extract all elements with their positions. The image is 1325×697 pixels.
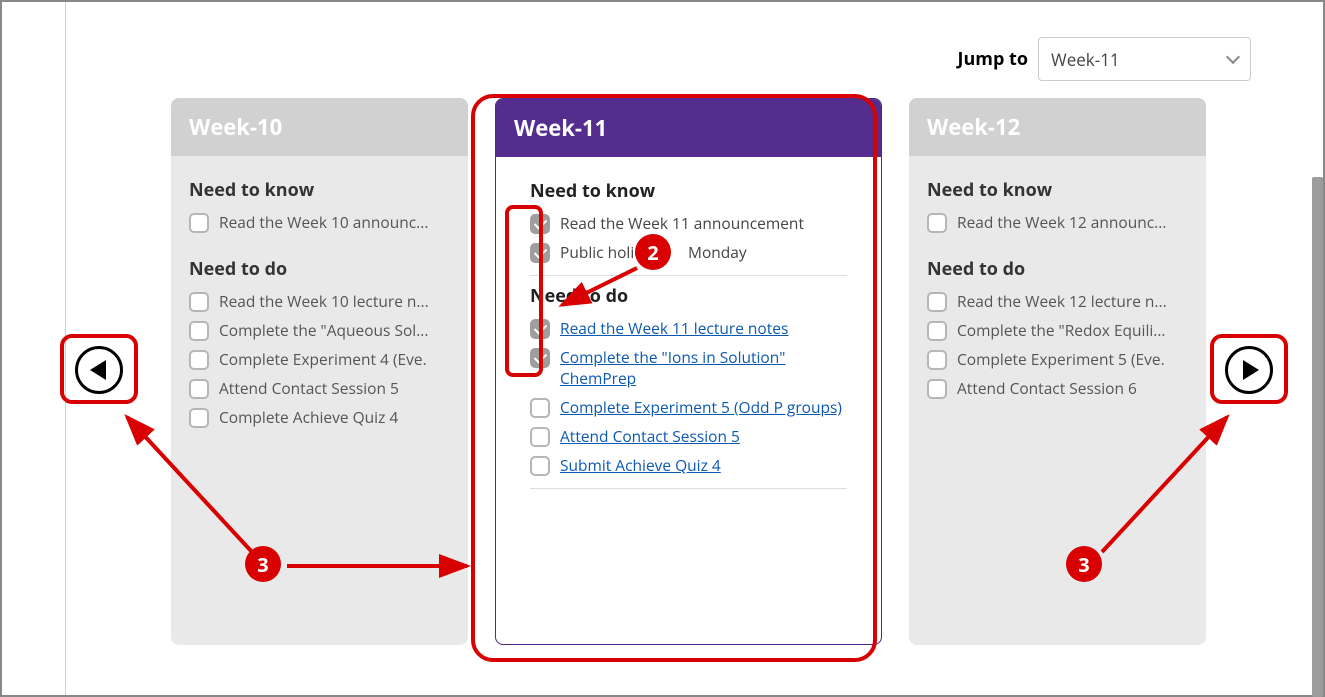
jumpto-select[interactable]: Week-11	[1038, 37, 1251, 81]
list-item[interactable]: Public holid Monday	[530, 242, 847, 263]
checkbox-icon[interactable]	[189, 350, 209, 370]
list-item[interactable]: Complete Achieve Quiz 4	[189, 407, 450, 428]
item-label: Read the Week 10 announc...	[219, 212, 428, 233]
card-header: Week-12	[909, 98, 1206, 156]
list-item[interactable]: Complete the "Redox Equili...	[927, 320, 1188, 341]
checkbox-icon[interactable]	[927, 350, 947, 370]
list-item[interactable]: Complete Experiment 4 (Eve.	[189, 349, 450, 370]
card-week-12: Week-12 Need to know Read the Week 12 an…	[909, 98, 1206, 645]
checkbox-icon[interactable]	[189, 213, 209, 233]
list-item[interactable]: Attend Contact Session 5	[189, 378, 450, 399]
item-link[interactable]: Complete the "Ions in Solution" ChemPrep	[560, 347, 847, 389]
list-item[interactable]: Submit Achieve Quiz 4	[530, 455, 847, 476]
item-label: Complete the "Aqueous Sol...	[219, 320, 428, 341]
annotation-badge-3-left: 3	[245, 546, 281, 582]
list-item[interactable]: Attend Contact Session 6	[927, 378, 1188, 399]
section-need-to-do: Need to do	[530, 284, 847, 308]
section-need-to-do: Need to do	[927, 257, 1188, 281]
list-item[interactable]: Read the Week 10 announc...	[189, 212, 450, 233]
content-area: Jump to Week-11 Week-10 Need to know Rea…	[66, 2, 1311, 695]
checkbox-checked-icon[interactable]	[530, 319, 550, 339]
scrollbar[interactable]	[1312, 177, 1323, 697]
arrow-left-icon	[90, 360, 106, 380]
list-item[interactable]: Read the Week 11 announcement	[530, 213, 847, 234]
section-need-to-know: Need to know	[927, 178, 1188, 202]
item-label: Complete the "Redox Equili...	[957, 320, 1166, 341]
prev-week-button[interactable]	[75, 346, 123, 394]
card-header: Week-10	[171, 98, 468, 156]
item-label: Read the Week 12 announc...	[957, 212, 1166, 233]
checkbox-checked-icon[interactable]	[530, 243, 550, 263]
section-need-to-do: Need to do	[189, 257, 450, 281]
checkbox-icon[interactable]	[530, 398, 550, 418]
card-week-11-active: Week-11 Need to know Read the Week 11 an…	[495, 98, 882, 645]
item-label: Complete Experiment 5 (Eve.	[957, 349, 1165, 370]
checkbox-icon[interactable]	[189, 321, 209, 341]
item-label: Attend Contact Session 5	[219, 378, 399, 399]
checkbox-icon[interactable]	[189, 292, 209, 312]
next-week-button[interactable]	[1225, 346, 1273, 394]
list-item[interactable]: Complete the "Aqueous Sol...	[189, 320, 450, 341]
checkbox-icon[interactable]	[927, 379, 947, 399]
section-need-to-know: Need to know	[189, 178, 450, 202]
item-link[interactable]: Read the Week 11 lecture notes	[560, 318, 788, 339]
list-item[interactable]: Read the Week 12 announc...	[927, 212, 1188, 233]
checkbox-icon[interactable]	[927, 213, 947, 233]
list-item[interactable]: Read the Week 12 lecture n...	[927, 291, 1188, 312]
jumpto-value: Week-11	[1051, 48, 1120, 71]
card-header: Week-11	[496, 99, 881, 157]
jumpto-label: Jump to	[958, 47, 1029, 71]
checkbox-icon[interactable]	[189, 379, 209, 399]
list-item[interactable]: Complete Experiment 5 (Odd P groups)	[530, 397, 847, 418]
item-label: Read the Week 11 announcement	[560, 213, 804, 234]
checkbox-checked-icon[interactable]	[530, 348, 550, 368]
checkbox-icon[interactable]	[530, 456, 550, 476]
annotation-badge-2: 2	[635, 234, 671, 270]
list-item[interactable]: Read the Week 11 lecture notes	[530, 318, 847, 339]
checkbox-icon[interactable]	[927, 321, 947, 341]
card-week-10: Week-10 Need to know Read the Week 10 an…	[171, 98, 468, 645]
checkbox-checked-icon[interactable]	[530, 214, 550, 234]
item-label: Read the Week 10 lecture n...	[219, 291, 429, 312]
chevron-down-icon	[1226, 50, 1240, 64]
jumpto-row: Jump to Week-11	[958, 37, 1252, 81]
item-link[interactable]: Submit Achieve Quiz 4	[560, 455, 721, 476]
list-item[interactable]: Read the Week 10 lecture n...	[189, 291, 450, 312]
list-item[interactable]: Complete Experiment 5 (Eve.	[927, 349, 1188, 370]
section-need-to-know: Need to know	[530, 179, 847, 203]
item-label: Attend Contact Session 6	[957, 378, 1137, 399]
list-item[interactable]: Attend Contact Session 5	[530, 426, 847, 447]
checkbox-icon[interactable]	[530, 427, 550, 447]
checkbox-icon[interactable]	[927, 292, 947, 312]
item-label: Complete Achieve Quiz 4	[219, 407, 398, 428]
item-link[interactable]: Attend Contact Session 5	[560, 426, 740, 447]
list-item[interactable]: Complete the "Ions in Solution" ChemPrep	[530, 347, 847, 389]
annotation-badge-3-right: 3	[1066, 546, 1102, 582]
checkbox-icon[interactable]	[189, 408, 209, 428]
item-label: Complete Experiment 4 (Eve.	[219, 349, 427, 370]
arrow-right-icon	[1243, 360, 1259, 380]
item-link[interactable]: Complete Experiment 5 (Odd P groups)	[560, 397, 842, 418]
item-label: Read the Week 12 lecture n...	[957, 291, 1167, 312]
